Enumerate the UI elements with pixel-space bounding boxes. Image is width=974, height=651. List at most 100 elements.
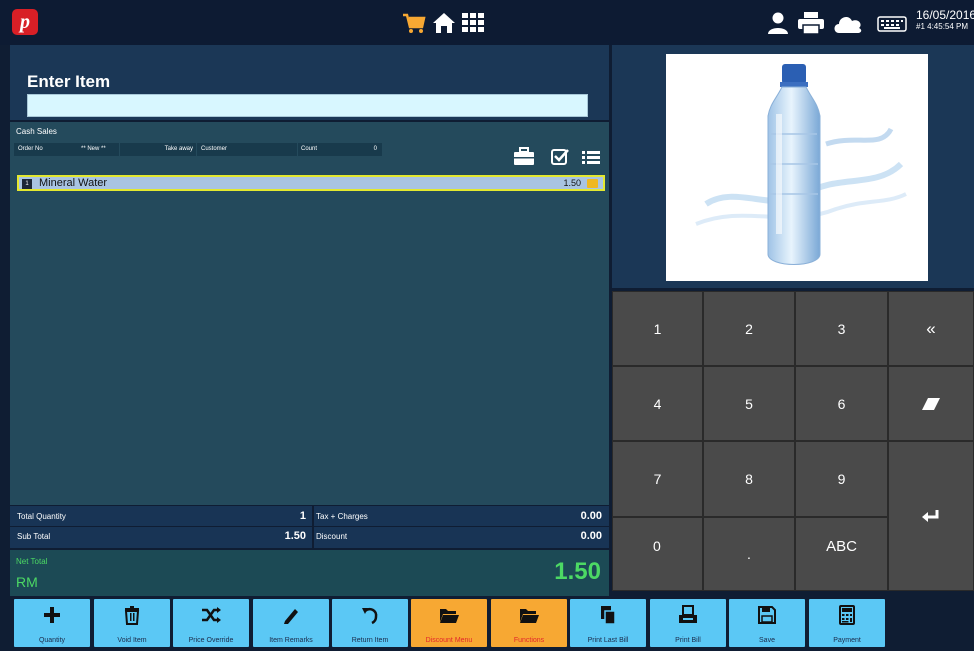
key-9[interactable]: 9 [795,441,888,517]
item-search-input[interactable] [27,94,588,117]
app-logo: p [12,9,38,35]
home-icon[interactable] [432,12,456,34]
copy-icon [601,606,616,625]
trash-icon [124,606,140,625]
cart-icon[interactable] [402,13,426,35]
takeaway-field[interactable]: Take away [120,143,196,156]
undo-icon [362,608,378,625]
briefcase-icon[interactable] [511,144,537,170]
numeric-keypad: 1 2 3 « 4 5 6 7 8 9 0 . ABC [612,291,974,591]
time-text: #1 4:45:54 PM [916,22,969,31]
order-no-field: Order No ** New ** [14,143,119,156]
key-8[interactable]: 8 [703,441,795,517]
quantity-label: Quantity [38,637,66,644]
save-label: Save [759,637,775,644]
customer-label: Customer [201,146,228,152]
user-icon[interactable] [767,12,789,34]
print-last-bill-button[interactable]: Print Last Bill [570,599,646,647]
product-image-panel [612,45,974,288]
void-item-button[interactable]: Void Item [94,599,170,647]
customer-field[interactable]: Customer [197,143,297,156]
print-bill-button[interactable]: Print Bill [650,599,726,647]
abc-key[interactable]: ABC [795,517,888,591]
floppy-icon [758,606,776,624]
enter-icon [922,510,939,522]
order-item-row[interactable]: 1 Mineral Water 1.50 [17,175,605,191]
key-decimal[interactable]: . [703,517,795,591]
functions-label: Functions [513,637,545,644]
count-value: 0 [373,146,377,152]
backspace-key[interactable]: « [888,291,974,366]
keyboard-icon[interactable] [877,16,907,32]
key-0[interactable]: 0 [612,517,703,591]
totals-panel: Total Quantity 1 Sub Total 1.50 Tax + Ch… [10,506,609,548]
print-bill-label: Print Bill [675,637,701,644]
item-remarks-label: Item Remarks [269,637,313,644]
enter-key[interactable] [888,441,974,591]
eraser-icon [922,397,940,410]
total-quantity-label: Total Quantity [17,512,66,521]
key-2[interactable]: 2 [703,291,795,366]
key-5[interactable]: 5 [703,366,795,441]
sub-total-label: Sub Total [17,532,51,541]
checkbox-icon[interactable] [547,144,573,170]
save-button[interactable]: Save [729,599,805,647]
key-3[interactable]: 3 [795,291,888,366]
discount-label: Discount [316,532,348,541]
sales-type-label: Cash Sales [16,127,57,136]
price-override-label: Price Override [188,637,234,644]
discount-value: 0.00 [580,530,602,542]
item-tag-icon[interactable] [587,179,598,188]
list-icon[interactable] [578,144,604,170]
date-time: 16/05/2016 #1 4:45:54 PM [916,9,974,32]
item-qty-badge: 1 [22,179,32,189]
void-item-label: Void Item [117,637,147,644]
enter-item-panel: Enter Item [10,45,609,120]
net-total-value: 1.50 [554,558,601,585]
grid-menu-icon[interactable] [462,13,484,33]
clear-key[interactable] [888,366,974,441]
cloud-icon[interactable] [832,13,864,33]
plus-icon [44,607,60,623]
discount-menu-button[interactable]: Discount Menu [411,599,487,647]
item-name: Mineral Water [39,177,108,189]
functions-button[interactable]: Functions [491,599,567,647]
count-label: Count [301,146,318,152]
calculator-icon [839,605,855,625]
net-total-label: Net Total [16,557,48,566]
printer-icon [679,605,697,623]
water-bottle-image [695,64,907,265]
price-override-button[interactable]: Price Override [173,599,249,647]
shuffle-icon [202,607,221,623]
key-4[interactable]: 4 [612,366,703,441]
net-total-panel: Net Total RM 1.50 [10,550,609,596]
count-field: Count 0 [298,143,382,156]
item-price: 1.50 [563,178,581,188]
order-no-value: ** New ** [81,146,106,152]
totals-divider [312,506,314,548]
payment-button[interactable]: Payment [809,599,885,647]
tax-value: 0.00 [580,510,602,522]
payment-label: Payment [833,637,861,644]
order-no-label: Order No [18,146,43,152]
folder-icon [520,609,539,623]
print-last-bill-label: Print Last Bill [587,637,629,644]
order-panel: Cash Sales Order No ** New ** Take away … [10,122,609,505]
sub-total-value: 1.50 [284,530,306,542]
key-6[interactable]: 6 [795,366,888,441]
key-1[interactable]: 1 [612,291,703,366]
product-image [666,54,928,281]
pencil-icon [284,609,298,624]
total-quantity-value: 1 [299,510,306,522]
item-remarks-button[interactable]: Item Remarks [253,599,329,647]
pos-screen: p 16/05/2016 #1 4:45:54 PM Enter Item Ca… [0,0,974,651]
printer-icon[interactable] [797,12,825,34]
folder-icon [440,609,459,623]
return-item-button[interactable]: Return Item [332,599,408,647]
function-bar: Quantity Void Item Price Override Item R… [0,597,974,651]
key-7[interactable]: 7 [612,441,703,517]
quantity-button[interactable]: Quantity [14,599,90,647]
takeaway-label: Take away [164,146,193,152]
enter-item-title: Enter Item [27,72,111,91]
tax-label: Tax + Charges [316,512,368,521]
